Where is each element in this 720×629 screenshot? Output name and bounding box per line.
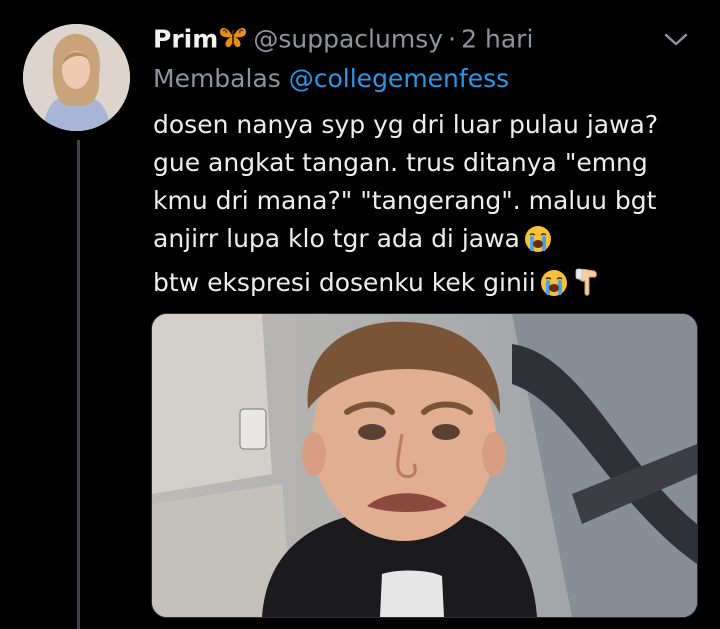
- chevron-down-icon[interactable]: [662, 30, 690, 50]
- tweet-line: kmu dri mana?" "tangerang". maluu bgt: [153, 186, 657, 215]
- loudly-crying-face-emoji: [540, 269, 568, 308]
- thread-connector-line: [77, 140, 80, 629]
- pointing-down-hand-emoji: [572, 267, 600, 308]
- replying-to: Membalas @collegemenfess: [153, 64, 509, 93]
- tweet-line-4: anjirr lupa klo tgr ada di jawa: [153, 220, 701, 264]
- butterfly-emoji: [218, 24, 248, 54]
- avatar-photo: [23, 24, 130, 131]
- tweet-text: dosen nanya syp yg dri luar pulau jawa? …: [153, 106, 701, 308]
- timestamp[interactable]: 2 hari: [461, 25, 533, 54]
- mention-link[interactable]: @collegemenfess: [289, 64, 509, 93]
- display-name[interactable]: Prim: [153, 25, 218, 54]
- tweet-photo[interactable]: [151, 313, 698, 618]
- crying-boy-photo: [152, 314, 697, 617]
- tweet-line-text: anjirr lupa klo tgr ada di jawa: [153, 224, 520, 253]
- tweet-line-text: btw ekspresi dosenku kek ginii: [153, 268, 536, 297]
- loudly-crying-face-emoji: [524, 225, 552, 264]
- separator-dot: ·: [448, 24, 457, 54]
- avatar[interactable]: [23, 24, 130, 131]
- tweet-line: gue angkat tangan. trus ditanya "emng: [153, 148, 648, 177]
- tweet-header: Prim @suppaclumsy · 2 hari: [153, 24, 696, 60]
- tweet-line: dosen nanya syp yg dri luar pulau jawa?: [153, 110, 659, 139]
- user-handle[interactable]: @suppaclumsy: [253, 25, 443, 54]
- tweet-line-5: btw ekspresi dosenku kek ginii: [153, 264, 701, 308]
- replying-label: Membalas: [153, 64, 281, 93]
